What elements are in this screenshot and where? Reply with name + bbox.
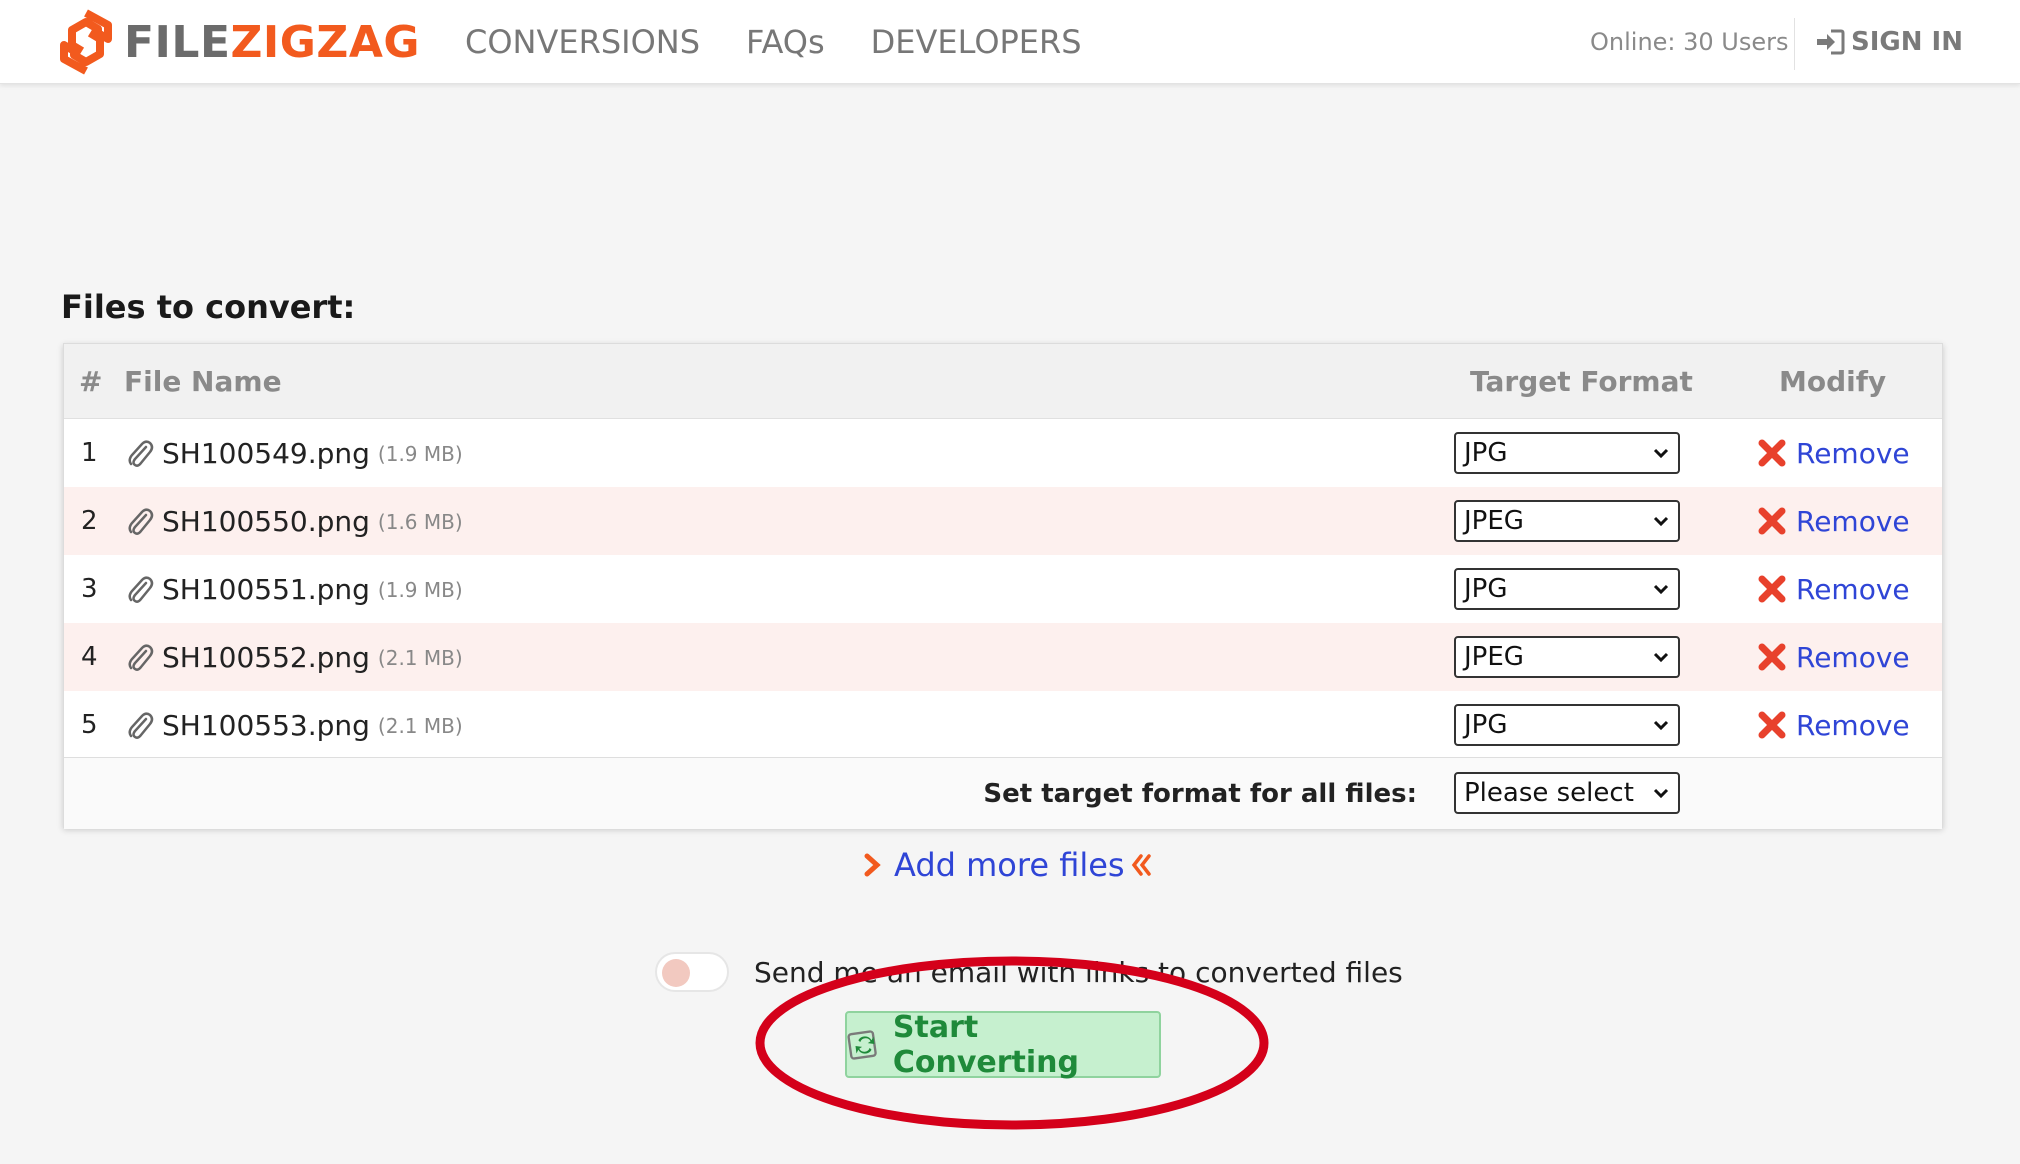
chevron-down-icon	[1653, 516, 1669, 527]
email-links-toggle[interactable]	[655, 952, 729, 992]
target-format-value: JPG	[1464, 710, 1508, 740]
paperclip-icon	[128, 712, 154, 739]
convert-refresh-icon	[847, 1029, 877, 1060]
x-mark-icon	[1758, 507, 1786, 535]
target-format-select[interactable]: JPG	[1454, 568, 1680, 610]
start-converting-button[interactable]: Start Converting	[845, 1009, 1161, 1080]
row-number: 4	[81, 642, 98, 672]
file-name-text: SH100552.png	[162, 640, 370, 674]
column-header-file-name: File Name	[124, 365, 282, 398]
x-mark-icon	[1758, 711, 1786, 739]
set-all-formats-value: Please select	[1464, 778, 1634, 808]
remove-label: Remove	[1796, 708, 1910, 742]
remove-file-button[interactable]: Remove	[1756, 623, 1910, 691]
filezigzag-logo[interactable]: FILEZIGZAG	[58, 8, 420, 76]
add-more-files-label: Add more files	[894, 846, 1125, 884]
target-format-value: JPEG	[1464, 642, 1524, 672]
file-name: SH100552.png (2.1 MB)	[162, 623, 463, 691]
nav-conversions[interactable]: CONVERSIONS	[465, 23, 700, 61]
file-size: (1.9 MB)	[377, 442, 463, 466]
row-number: 5	[81, 710, 98, 740]
table-row: 2 SH100550.png (1.6 MB) JPEG Remove	[64, 487, 1942, 555]
remove-label: Remove	[1796, 436, 1910, 470]
remove-file-button[interactable]: Remove	[1756, 487, 1910, 555]
table-row: 1 SH100549.png (1.9 MB) JPG Remove	[64, 419, 1942, 487]
file-name: SH100550.png (1.6 MB)	[162, 487, 463, 555]
chevron-right-icon	[864, 853, 881, 877]
file-size: (1.6 MB)	[377, 510, 463, 534]
file-name: SH100553.png (2.1 MB)	[162, 691, 463, 759]
chevron-down-icon	[1653, 788, 1669, 799]
chevron-down-icon	[1653, 652, 1669, 663]
email-links-label: Send me an email with links to converted…	[754, 955, 1403, 989]
file-name: SH100551.png (1.9 MB)	[162, 555, 463, 623]
files-table: # File Name Target Format Modify 1 SH100…	[63, 343, 1943, 829]
sign-in-label: SIGN IN	[1851, 27, 1963, 57]
remove-label: Remove	[1796, 504, 1910, 538]
sign-in-icon	[1817, 29, 1845, 55]
file-name-text: SH100553.png	[162, 708, 370, 742]
column-header-modify: Modify	[1779, 365, 1887, 398]
file-name-text: SH100549.png	[162, 436, 370, 470]
chevron-down-icon	[1653, 448, 1669, 459]
remove-label: Remove	[1796, 640, 1910, 674]
target-format-select[interactable]: JPG	[1454, 432, 1680, 474]
remove-file-button[interactable]: Remove	[1756, 419, 1910, 487]
target-format-select[interactable]: JPEG	[1454, 500, 1680, 542]
online-users-count: Online: 30 Users	[1590, 28, 1789, 56]
paperclip-icon	[128, 644, 154, 671]
remove-label: Remove	[1796, 572, 1910, 606]
table-row: 3 SH100551.png (1.9 MB) JPG Remove	[64, 555, 1942, 623]
column-header-target-format: Target Format	[1470, 365, 1693, 398]
set-all-formats-label: Set target format for all files:	[983, 779, 1417, 809]
paperclip-icon	[128, 576, 154, 603]
x-mark-icon	[1758, 575, 1786, 603]
row-number: 1	[81, 438, 98, 468]
file-size: (2.1 MB)	[377, 714, 463, 738]
file-name: SH100549.png (1.9 MB)	[162, 419, 463, 487]
x-mark-icon	[1758, 439, 1786, 467]
file-name-text: SH100550.png	[162, 504, 370, 538]
table-header: # File Name Target Format Modify	[64, 344, 1942, 419]
row-number: 3	[81, 574, 98, 604]
target-format-value: JPG	[1464, 438, 1508, 468]
paperclip-icon	[128, 508, 154, 535]
target-format-value: JPEG	[1464, 506, 1524, 536]
zigzag-logo-icon	[60, 9, 112, 75]
target-format-value: JPG	[1464, 574, 1508, 604]
file-name-text: SH100551.png	[162, 572, 370, 606]
chevron-down-icon	[1653, 720, 1669, 731]
set-all-formats-row: Set target format for all files: Please …	[64, 757, 1942, 829]
header-divider	[1794, 18, 1795, 70]
start-converting-label: Start Converting	[892, 1009, 1080, 1080]
set-all-formats-select[interactable]: Please select	[1454, 772, 1680, 814]
paperclip-icon	[128, 440, 154, 467]
row-number: 2	[81, 506, 98, 536]
target-format-select[interactable]: JPG	[1454, 704, 1680, 746]
logo-text-zigzag: ZIGZAG	[230, 16, 420, 68]
double-chevron-left-icon	[1131, 854, 1151, 876]
remove-file-button[interactable]: Remove	[1756, 691, 1910, 759]
nav-faqs[interactable]: FAQs	[746, 23, 825, 61]
top-navigation-bar: FILEZIGZAG CONVERSIONS FAQs DEVELOPERS O…	[0, 0, 2020, 84]
table-row: 5 SH100553.png (2.1 MB) JPG Remove	[64, 691, 1942, 759]
logo-text-file: FILE	[124, 16, 231, 68]
logo-text: FILEZIGZAG	[124, 17, 420, 68]
remove-file-button[interactable]: Remove	[1756, 555, 1910, 623]
chevron-down-icon	[1653, 584, 1669, 595]
files-to-convert-heading: Files to convert:	[61, 288, 356, 326]
main-nav: CONVERSIONS FAQs DEVELOPERS	[465, 0, 1128, 84]
nav-developers[interactable]: DEVELOPERS	[871, 23, 1082, 61]
x-mark-icon	[1758, 643, 1786, 671]
add-more-files-link[interactable]: Add more files	[862, 842, 1151, 888]
sign-in-link[interactable]: SIGN IN	[1815, 0, 1963, 84]
target-format-select[interactable]: JPEG	[1454, 636, 1680, 678]
file-size: (1.9 MB)	[377, 578, 463, 602]
file-size: (2.1 MB)	[377, 646, 463, 670]
column-header-number: #	[79, 365, 103, 398]
table-row: 4 SH100552.png (2.1 MB) JPEG Remove	[64, 623, 1942, 691]
toggle-knob	[662, 959, 690, 987]
